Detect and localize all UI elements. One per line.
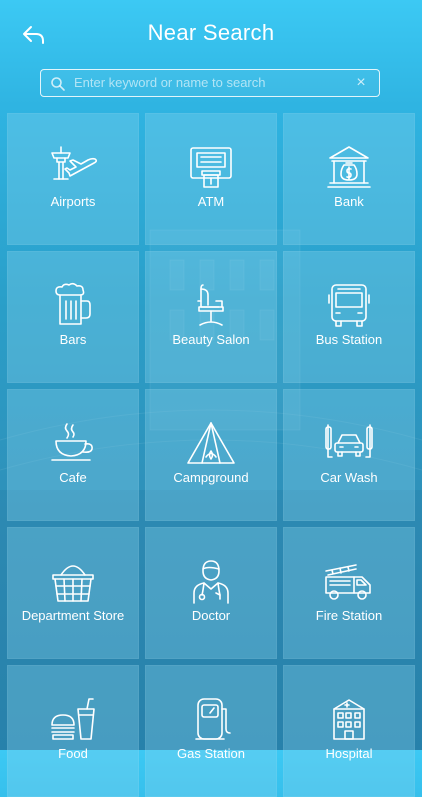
search-icon (51, 77, 65, 91)
atm-icon (186, 143, 236, 193)
category-tile-airports[interactable]: Airports (7, 113, 139, 245)
category-label: Hospital (325, 746, 373, 761)
category-label: Cafe (59, 470, 87, 485)
bus-icon (324, 281, 374, 331)
category-tile-campground[interactable]: Campground (145, 389, 277, 521)
car-wash-icon (324, 419, 374, 469)
category-tile-bus-station[interactable]: Bus Station (283, 251, 415, 383)
salon-chair-icon (186, 281, 236, 331)
category-label: Bank (334, 194, 364, 209)
category-grid: Airports ATM Bank Bars Beauty Salon Bus … (7, 113, 415, 797)
category-tile-bank[interactable]: Bank (283, 113, 415, 245)
beer-mug-icon (48, 281, 98, 331)
category-tile-fire-station[interactable]: Fire Station (283, 527, 415, 659)
hospital-icon (324, 695, 374, 745)
search-input[interactable] (74, 70, 344, 95)
bank-icon (324, 143, 374, 193)
category-tile-bars[interactable]: Bars (7, 251, 139, 383)
page-title: Near Search (147, 20, 275, 45)
app-header: Near Search (0, 0, 422, 64)
category-label: Gas Station (177, 746, 245, 761)
airport-icon (48, 143, 98, 193)
category-tile-gas-station[interactable]: Gas Station (145, 665, 277, 797)
category-label: Campground (173, 470, 249, 485)
category-tile-food[interactable]: Food (7, 665, 139, 797)
shopping-basket-icon (48, 557, 98, 607)
category-label: Department Store (21, 608, 125, 623)
clear-search-button[interactable]: × (353, 74, 369, 92)
gas-pump-icon (186, 695, 236, 745)
doctor-icon (186, 557, 236, 607)
search-bar: × (40, 69, 380, 97)
category-tile-car-wash[interactable]: Car Wash (283, 389, 415, 521)
category-tile-cafe[interactable]: Cafe (7, 389, 139, 521)
category-tile-doctor[interactable]: Doctor (145, 527, 277, 659)
category-label: Car Wash (320, 470, 378, 485)
category-label: Airports (50, 194, 96, 209)
category-label: Food (58, 746, 88, 761)
tent-icon (186, 419, 236, 469)
category-tile-atm[interactable]: ATM (145, 113, 277, 245)
coffee-cup-icon (48, 419, 98, 469)
category-tile-hospital[interactable]: Hospital (283, 665, 415, 797)
category-label: Fire Station (315, 608, 383, 623)
category-label: ATM (197, 194, 225, 209)
category-tile-department-store[interactable]: Department Store (7, 527, 139, 659)
category-label: Bus Station (315, 332, 383, 347)
category-label: Bars (59, 332, 87, 347)
category-tile-beauty-salon[interactable]: Beauty Salon (145, 251, 277, 383)
fire-truck-icon (324, 557, 374, 607)
category-label: Doctor (191, 608, 231, 623)
category-label: Beauty Salon (172, 332, 250, 347)
food-icon (48, 695, 98, 745)
